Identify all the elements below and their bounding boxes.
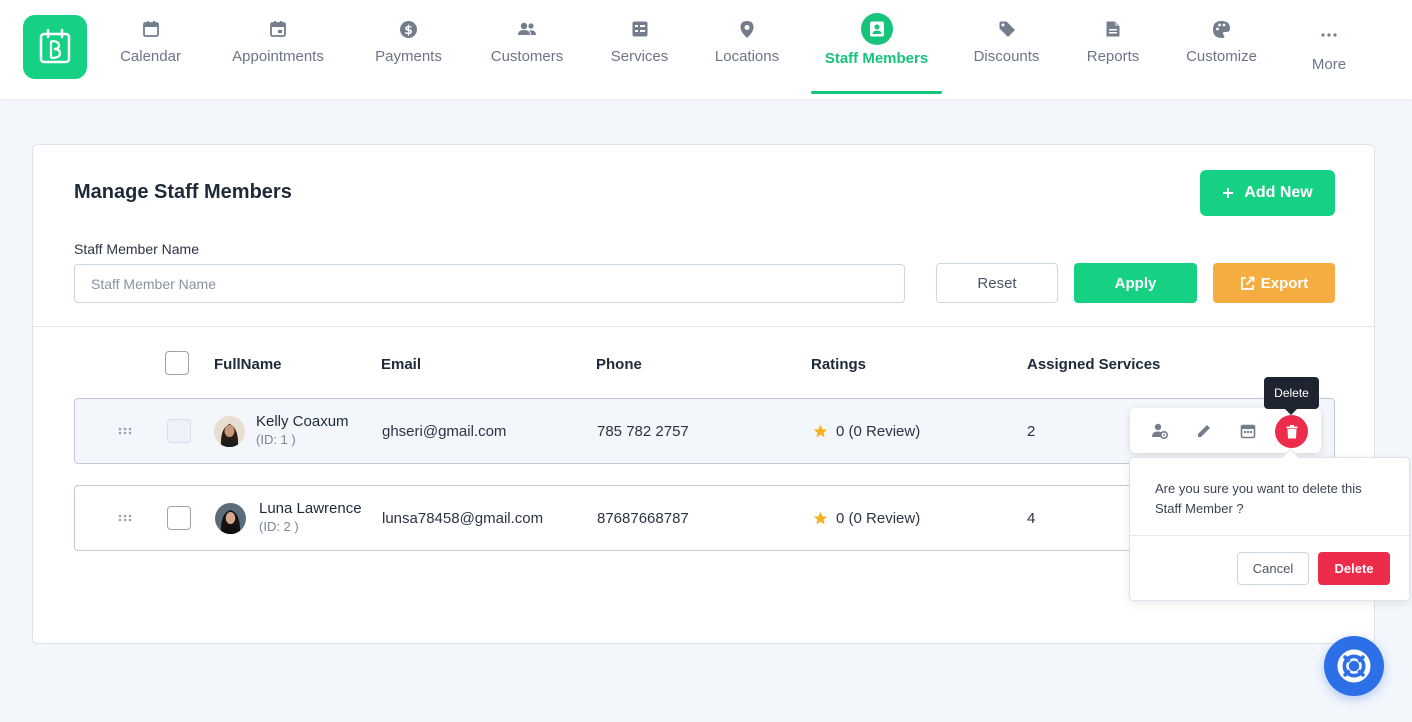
- palette-icon: [1211, 18, 1233, 40]
- staff-rating: 0 (0 Review): [836, 423, 921, 440]
- active-tab-indicator: [811, 91, 942, 94]
- services-icon: [629, 18, 651, 40]
- export-icon: [1240, 276, 1255, 290]
- nav-item-customize[interactable]: Customize: [1184, 0, 1259, 99]
- staff-badge-icon: [860, 13, 893, 45]
- section-divider: [33, 326, 1374, 327]
- svg-text:$: $: [404, 23, 412, 37]
- page-title: Manage Staff Members: [74, 181, 292, 203]
- delete-tooltip: Delete: [1264, 377, 1319, 415]
- nav-item-locations[interactable]: Locations: [713, 0, 781, 99]
- user-settings-icon[interactable]: [1148, 419, 1172, 443]
- staff-assigned-services: 2: [1027, 423, 1036, 440]
- staff-email: lunsa78458@gmail.com: [382, 510, 544, 527]
- nav-item-payments[interactable]: $ Payments: [373, 0, 444, 99]
- nav-label: Services: [610, 48, 669, 65]
- confirm-message: Are you sure you want to delete this Sta…: [1155, 481, 1362, 516]
- help-chat-button[interactable]: [1324, 636, 1384, 696]
- nav-label: Reports: [1086, 48, 1140, 65]
- star-icon: [813, 511, 828, 525]
- drag-handle-icon[interactable]: [118, 514, 132, 522]
- logo-icon: [39, 28, 71, 64]
- column-header-email[interactable]: Email: [381, 356, 421, 373]
- report-icon: [1102, 18, 1124, 40]
- nav-label: Staff Members: [824, 50, 929, 67]
- staff-name-search-input[interactable]: [74, 264, 905, 303]
- export-button[interactable]: Export: [1213, 263, 1335, 303]
- nav-label: Customers: [490, 48, 564, 65]
- users-icon: [516, 18, 538, 40]
- apply-button[interactable]: Apply: [1074, 263, 1197, 303]
- export-label: Export: [1260, 274, 1309, 292]
- row-checkbox[interactable]: [167, 419, 191, 443]
- nav-label: Locations: [714, 48, 780, 65]
- staff-phone: 785 782 2757: [597, 423, 689, 440]
- location-pin-icon: [736, 18, 758, 40]
- nav-item-reports[interactable]: Reports: [1086, 0, 1140, 99]
- staff-id: (ID: 2 ): [259, 519, 299, 534]
- confirm-delete-button[interactable]: Delete: [1318, 552, 1390, 585]
- nav-item-customers[interactable]: Customers: [488, 0, 566, 99]
- delete-confirm-popover: Are you sure you want to delete this Sta…: [1129, 457, 1410, 601]
- dollar-icon: $: [398, 18, 420, 40]
- staff-name-filter-label: Staff Member Name: [74, 241, 200, 257]
- nav-item-services[interactable]: Services: [610, 0, 669, 99]
- nav-item-calendar[interactable]: Calendar: [117, 0, 184, 99]
- staff-assigned-services: 4: [1027, 510, 1036, 527]
- tag-icon: [996, 18, 1018, 40]
- schedule-calendar-icon[interactable]: [1236, 419, 1260, 443]
- staff-id: (ID: 1 ): [256, 432, 296, 447]
- nav-item-appointments[interactable]: Appointments: [228, 0, 328, 99]
- nav-label: Payments: [375, 48, 442, 65]
- popover-divider: [1130, 535, 1409, 536]
- trash-icon: [1286, 424, 1297, 438]
- delete-trash-button[interactable]: [1275, 415, 1308, 448]
- avatar: [214, 416, 245, 447]
- staff-phone: 87687668787: [597, 510, 689, 527]
- select-all-checkbox[interactable]: [165, 351, 189, 375]
- calendar-icon: [140, 18, 162, 40]
- nav-label: More: [1311, 56, 1347, 73]
- staff-name[interactable]: Kelly Coaxum: [256, 413, 349, 430]
- add-new-button[interactable]: Add New: [1200, 170, 1335, 216]
- more-dots-icon: [1318, 24, 1340, 46]
- add-new-label: Add New: [1244, 184, 1313, 201]
- drag-handle-icon[interactable]: [118, 427, 132, 435]
- column-header-phone[interactable]: Phone: [596, 356, 642, 373]
- staff-email: ghseri@gmail.com: [382, 423, 507, 440]
- edit-pencil-icon[interactable]: [1192, 419, 1216, 443]
- nav-label: Customize: [1186, 48, 1257, 65]
- star-icon: [813, 424, 828, 438]
- cancel-button[interactable]: Cancel: [1237, 552, 1309, 585]
- nav-label: Discounts: [973, 48, 1040, 65]
- top-navigation: Calendar Appointments $ Payments Custome…: [0, 0, 1412, 99]
- nav-label: Appointments: [232, 48, 324, 65]
- appointment-icon: [267, 18, 289, 40]
- staff-name[interactable]: Luna Lawrence: [259, 500, 362, 517]
- nav-item-more[interactable]: More: [1310, 0, 1348, 99]
- app-logo[interactable]: [23, 15, 87, 79]
- nav-label: Calendar: [120, 48, 181, 65]
- row-checkbox[interactable]: [167, 506, 191, 530]
- nav-item-discounts[interactable]: Discounts: [972, 0, 1041, 99]
- staff-rating: 0 (0 Review): [836, 510, 921, 527]
- plus-icon: [1223, 188, 1234, 198]
- nav-item-staff-members[interactable]: Staff Members: [825, 0, 928, 99]
- avatar: [215, 503, 246, 534]
- column-header-fullname[interactable]: FullName: [214, 356, 282, 373]
- column-header-ratings[interactable]: Ratings: [811, 356, 866, 373]
- lifebuoy-icon: [1337, 649, 1371, 683]
- column-header-assigned-services[interactable]: Assigned Services: [1027, 356, 1160, 373]
- reset-button[interactable]: Reset: [936, 263, 1058, 303]
